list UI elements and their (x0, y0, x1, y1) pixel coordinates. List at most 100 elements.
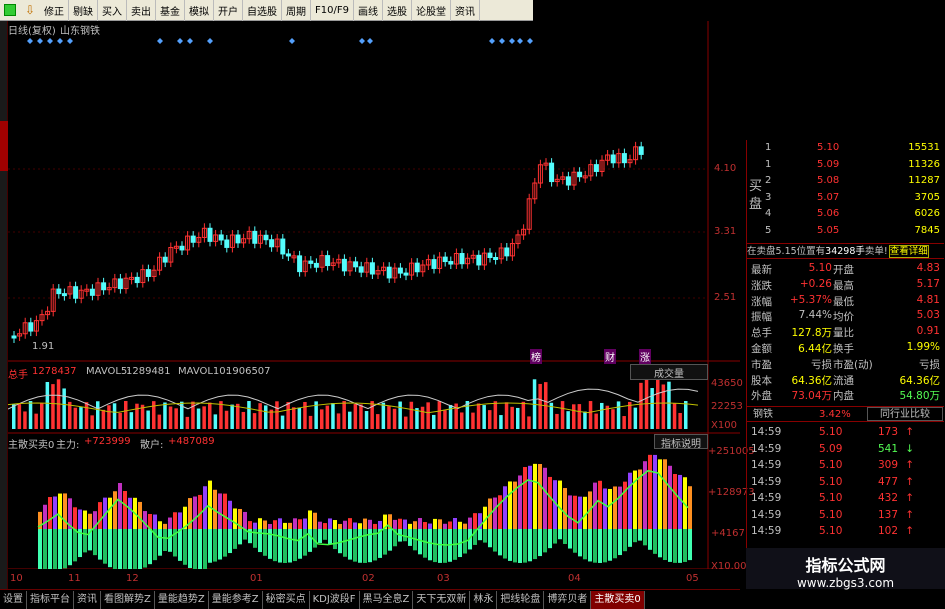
volume-bar (40, 402, 44, 429)
indicator-bar-up (598, 480, 602, 529)
candle-body (577, 171, 583, 178)
indicator-bar-up (563, 488, 567, 529)
quote-label: 流通 (833, 374, 854, 387)
orderbook-row[interactable]: 4 5.06 6026 (747, 208, 944, 223)
toolbar-f10[interactable]: F10/F9 (311, 0, 354, 21)
orderbook-row[interactable]: 1 5.10 15531 (747, 142, 944, 157)
marker-rank: 榜 (530, 349, 542, 364)
volume-bar (28, 401, 33, 429)
indicator-bar-down (573, 529, 577, 553)
volume-bar (566, 411, 570, 429)
arrow-down-icon[interactable]: ⇩ (21, 2, 39, 19)
indicator-tab[interactable]: 林永 (470, 590, 498, 609)
volume-total-value: 1278437 (32, 366, 77, 377)
quote-label: 总手 (751, 327, 772, 340)
indicator-bar-down (328, 529, 332, 545)
volume-bar (303, 401, 307, 429)
toolbar-buy[interactable]: 买入 (98, 0, 127, 21)
indicator-tab[interactable]: 秘密买点 (263, 590, 310, 609)
indicator-bar-up (323, 523, 327, 529)
volume-bar (247, 401, 251, 429)
indicator-bar-down (233, 529, 237, 549)
candle-body (280, 238, 286, 255)
indicator-bar-down (113, 529, 117, 570)
indicator-name: 主散买卖0 (8, 440, 55, 451)
tick-time: 14:59 (751, 459, 782, 471)
candle-body (269, 239, 275, 248)
toolbar-fix[interactable]: 修正 (40, 0, 69, 21)
quote-label: 涨跌 (751, 279, 772, 292)
volume-bar (107, 405, 111, 429)
toolbar-screener[interactable]: 选股 (383, 0, 412, 21)
toolbar-news[interactable]: 资讯 (451, 0, 480, 21)
toolbar-draw[interactable]: 画线 (354, 0, 383, 21)
tick-volume: 432 (877, 492, 898, 504)
toolbar-fund[interactable]: 基金 (156, 0, 185, 21)
indicator-tab[interactable]: 把线轮盘 (497, 590, 545, 609)
volume-bar (163, 402, 167, 429)
volume-bar (252, 413, 257, 429)
orderbook-row[interactable]: 2 5.08 11287 (747, 175, 944, 190)
orderbook-price: 5.07 (817, 191, 840, 203)
toolbar-remove[interactable]: 剔缺 (69, 0, 98, 21)
indicator-bar-down (443, 529, 447, 563)
orderbook-price: 5.10 (817, 142, 840, 153)
indicator-bar-up (548, 476, 552, 529)
indicator-tab[interactable]: KDJ波段F (310, 590, 360, 609)
quote-row: 外盘 73.04万 内盘 54.80万 (747, 388, 944, 403)
date-tick: 11 (68, 573, 81, 584)
signal-diamond (177, 38, 183, 44)
view-detail-link[interactable]: 查看详细 (888, 245, 929, 258)
toolbar-sim[interactable]: 模拟 (185, 0, 214, 21)
toolbar: ⇩ 修正 剔缺 买入 卖出 基金 模拟 开户 自选股 周期 F10/F9 画线 … (0, 0, 533, 21)
indicator-bar-down (653, 529, 657, 554)
indicator-bar-up (118, 483, 122, 529)
indicator-tab[interactable]: 设置 (0, 590, 27, 609)
indicator-bar-up (688, 486, 692, 529)
toolbar-sell[interactable]: 卖出 (127, 0, 156, 21)
indicator-tab[interactable]: 天下无双新 (413, 590, 471, 609)
indicator-bar-down (323, 529, 327, 540)
indicator-tab[interactable]: 看图解势Z (101, 590, 155, 609)
indicator-help-button[interactable]: 指标说明 (654, 434, 708, 450)
industry-compare-button[interactable]: 同行业比较 (867, 407, 943, 421)
toolbar-open[interactable]: 开户 (214, 0, 243, 21)
indicator-tab[interactable]: 主散买卖0 (591, 590, 645, 609)
indicator-bar-up (338, 523, 342, 529)
indicator-bar-down (658, 529, 662, 558)
indicator-tab[interactable]: 黑马全息Z (360, 590, 414, 609)
indicator-tab[interactable]: 资讯 (74, 590, 101, 609)
orderbook-row[interactable]: 1 5.09 11326 (747, 159, 944, 174)
indicator-bar-down (353, 529, 357, 562)
indicator-tab[interactable]: 量能趋势Z (155, 590, 209, 609)
indicator-tab[interactable]: 指标平台 (27, 590, 74, 609)
tick-price: 5.10 (819, 459, 843, 471)
volume-selector[interactable]: 成交量 (630, 364, 708, 380)
toolbar-watchlist[interactable]: 自选股 (243, 0, 282, 21)
indicator-bar-up (358, 523, 362, 529)
watermark: 指标公式网 www.zbgs3.com (746, 548, 945, 590)
toolbar-period[interactable]: 周期 (282, 0, 311, 21)
indicator-bar-up (158, 521, 162, 529)
indicator-bar-up (143, 511, 147, 529)
volume-bar (684, 401, 688, 429)
indicator-bar-down (198, 529, 202, 573)
toolbar-forum[interactable]: 论股堂 (412, 0, 451, 21)
orderbook-row[interactable]: 5 5.05 7845 (747, 225, 944, 240)
indicator-tab[interactable]: 量能参考Z (209, 590, 263, 609)
volume-bar (555, 413, 559, 429)
volume-bar (348, 411, 352, 429)
volume-bar (560, 401, 565, 429)
quote-value: 7.44% (798, 309, 832, 322)
volume-bar (616, 401, 621, 429)
volume-bar (359, 404, 363, 429)
indicator-bar-down (648, 529, 652, 550)
tick-volume: 102 (877, 525, 898, 537)
indicator-tab[interactable]: 博弈贝者 (544, 590, 592, 609)
orderbook-row[interactable]: 3 5.07 3705 (747, 192, 944, 207)
candle-body (263, 234, 269, 241)
quote-row: 总手 127.8万 量比 0.91 (747, 325, 944, 340)
arrow-up-icon: ↑ (905, 508, 914, 521)
green-square-icon[interactable] (1, 2, 19, 19)
indicator-bar-up (318, 521, 322, 529)
